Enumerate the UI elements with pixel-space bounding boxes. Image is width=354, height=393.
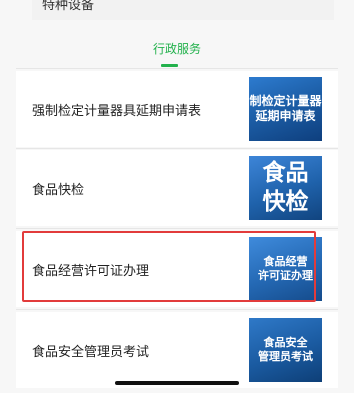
service-item-food-safety-exam[interactable]: 食品安全管理员考试 食品安全 管理员考试 (16, 312, 338, 388)
thumbnail-text: 食品 (262, 160, 309, 187)
divider (16, 68, 338, 69)
thumbnail-text: 管理员考试 (258, 350, 313, 363)
service-item-label: 食品安全管理员考试 (32, 344, 150, 360)
service-thumbnail: 食品经营 许可证办理 (249, 237, 322, 301)
divider (16, 228, 338, 229)
service-item-label: 食品经营许可证办理 (32, 263, 150, 279)
previous-service-label: 特种设备 (42, 0, 95, 13)
service-item-label: 强制检定计量器具延期申请表 (32, 103, 202, 119)
divider (16, 148, 338, 149)
service-thumbnail: 食品 快检 (249, 156, 322, 220)
service-item-food-quick-test[interactable]: 食品快检 食品 快检 (16, 150, 338, 226)
divider (16, 309, 338, 310)
thumbnail-text: 食品安全 (263, 336, 308, 350)
thumbnail-text: 制检定计量器 (249, 94, 322, 108)
thumbnail-text: 食品经营 (263, 255, 308, 269)
previous-service-card[interactable]: 特种设备 (32, 0, 334, 20)
service-item-label: 食品快检 (32, 182, 85, 198)
home-indicator[interactable] (115, 381, 239, 385)
tab-active-indicator (161, 64, 178, 67)
service-thumbnail: 制检定计量器 延期申请表 (249, 77, 322, 141)
tab-administrative-services[interactable]: 行政服务 (0, 40, 354, 57)
service-item-food-business-license[interactable]: 食品经营许可证办理 食品经营 许可证办理 (16, 231, 338, 307)
service-item-metering-extension[interactable]: 强制检定计量器具延期申请表 制检定计量器 延期申请表 (16, 71, 338, 147)
thumbnail-text: 快检 (262, 189, 309, 215)
thumbnail-text: 延期申请表 (255, 109, 316, 123)
thumbnail-text: 许可证办理 (258, 269, 313, 282)
service-thumbnail: 食品安全 管理员考试 (249, 318, 322, 382)
